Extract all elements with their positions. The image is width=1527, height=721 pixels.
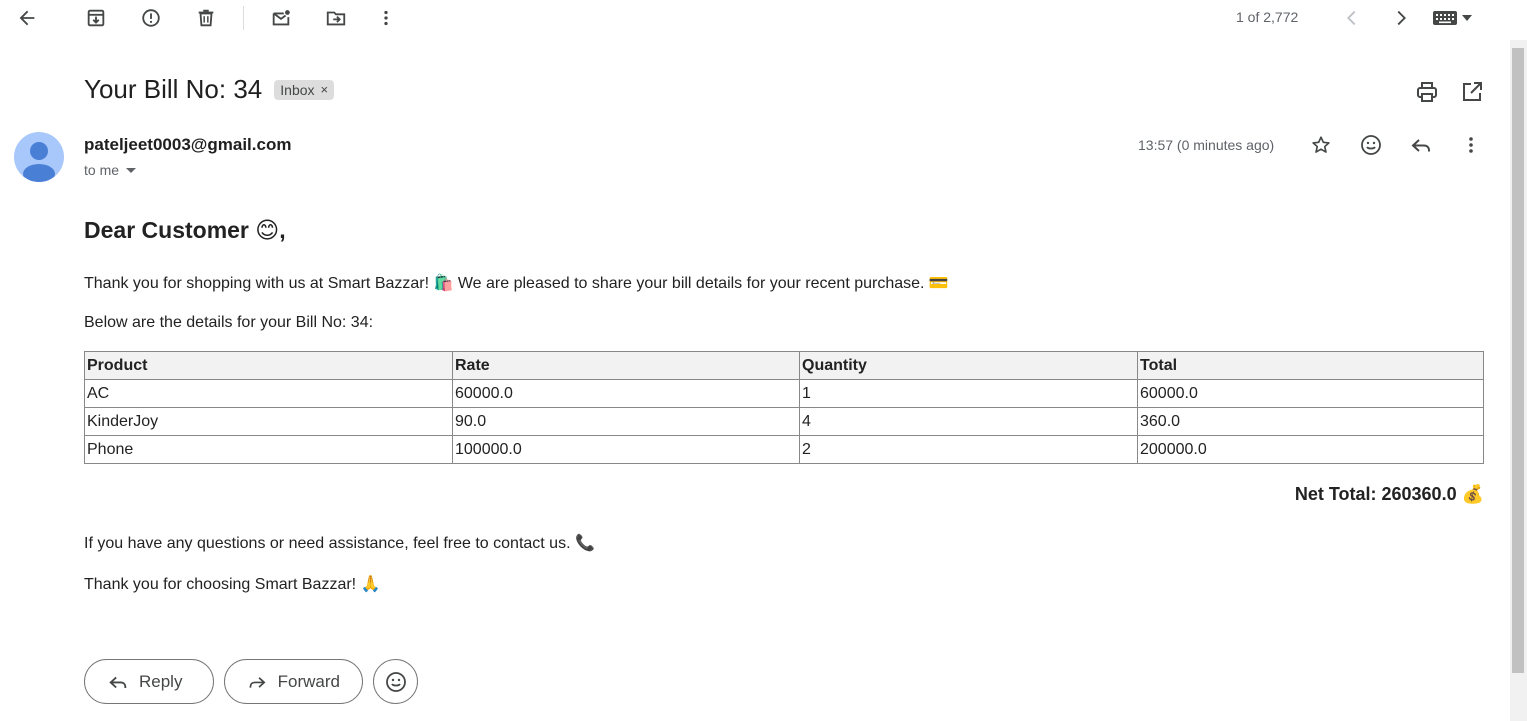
archive-icon[interactable] (82, 4, 110, 32)
table-row: Phone 100000.0 2 200000.0 (84, 435, 1484, 464)
subject-row: Your Bill No: 34 Inbox × (84, 74, 335, 105)
reply-icon[interactable] (1409, 133, 1433, 157)
label-chip-inbox[interactable]: Inbox × (274, 79, 335, 100)
column-header-rate: Rate (452, 351, 800, 380)
table-row: KinderJoy 90.0 4 360.0 (84, 407, 1484, 436)
person-icon (23, 142, 55, 182)
mark-unread-icon[interactable] (267, 4, 295, 32)
cell-rate: 60000.0 (452, 379, 800, 408)
recipient-details-toggle[interactable]: to me (84, 162, 139, 178)
more-vert-icon[interactable] (372, 4, 400, 32)
pagination-text: 1 of 2,772 (1236, 9, 1299, 25)
bill-table: Product Rate Quantity Total AC 60000.0 1… (84, 351, 1484, 464)
input-tools-button[interactable] (1432, 6, 1480, 30)
reply-button[interactable]: Reply (84, 659, 214, 704)
print-icon[interactable] (1415, 80, 1439, 104)
table-row: AC 60000.0 1 60000.0 (84, 379, 1484, 408)
cell-quantity: 1 (799, 379, 1138, 408)
chevron-left-icon[interactable] (1338, 4, 1366, 32)
email-subject: Your Bill No: 34 (84, 74, 263, 104)
column-header-product: Product (84, 351, 453, 380)
forward-icon (249, 676, 266, 688)
forward-button-label: Forward (277, 671, 340, 691)
toolbar: 1 of 2,772 (0, 0, 1510, 38)
cell-product: KinderJoy (84, 407, 453, 436)
toolbar-divider (243, 6, 244, 30)
cell-quantity: 2 (799, 435, 1138, 464)
add-reaction-icon[interactable] (1359, 133, 1383, 157)
cell-total: 60000.0 (1137, 379, 1484, 408)
recipient-text: to me (84, 162, 120, 178)
remove-label-icon[interactable]: × (321, 82, 329, 97)
cell-total: 360.0 (1137, 407, 1484, 436)
smiley-icon (385, 671, 406, 692)
email-timestamp: 13:57 (0 minutes ago) (1138, 137, 1275, 153)
label-chip-text: Inbox (280, 81, 315, 98)
report-spam-icon[interactable] (137, 4, 165, 32)
questions-text: If you have any questions or need assist… (84, 535, 595, 552)
cell-product: Phone (84, 435, 453, 464)
column-header-quantity: Quantity (799, 351, 1138, 380)
table-header-row: Product Rate Quantity Total (84, 351, 1484, 380)
chevron-right-icon[interactable] (1387, 4, 1415, 32)
forward-button[interactable]: Forward (224, 659, 363, 704)
net-total: Net Total: 260360.0 💰 (1294, 484, 1484, 504)
cell-product: AC (84, 379, 453, 408)
delete-icon[interactable] (192, 4, 220, 32)
sender-email[interactable]: pateljeet0003@gmail.com (84, 135, 291, 155)
cell-total: 200000.0 (1137, 435, 1484, 464)
caret-down-icon (126, 168, 137, 173)
open-in-new-window-icon[interactable] (1460, 80, 1484, 104)
cell-quantity: 4 (799, 407, 1138, 436)
reply-icon (109, 676, 127, 688)
sender-avatar[interactable] (14, 132, 64, 182)
star-icon[interactable] (1309, 133, 1333, 157)
keyboard-icon (1433, 11, 1457, 25)
closing-text: Thank you for choosing Smart Bazzar! 🙏 (84, 576, 381, 593)
caret-down-icon (1462, 15, 1472, 21)
emoji-reaction-button[interactable] (373, 659, 418, 704)
greeting-heading: Dear Customer 😊, (84, 217, 286, 243)
scrollbar-thumb[interactable] (1512, 48, 1524, 673)
details-text: Below are the details for your Bill No: … (84, 314, 374, 331)
cell-rate: 100000.0 (452, 435, 800, 464)
reply-button-label: Reply (139, 671, 183, 691)
cell-rate: 90.0 (452, 407, 800, 436)
move-to-icon[interactable] (322, 4, 350, 32)
back-arrow-icon[interactable] (13, 4, 41, 32)
column-header-total: Total (1137, 351, 1484, 380)
intro-text: Thank you for shopping with us at Smart … (84, 275, 949, 292)
email-view: 1 of 2,772 Your Bill No: 34 Inbox × pate… (0, 0, 1527, 721)
more-options-icon[interactable] (1459, 133, 1483, 157)
